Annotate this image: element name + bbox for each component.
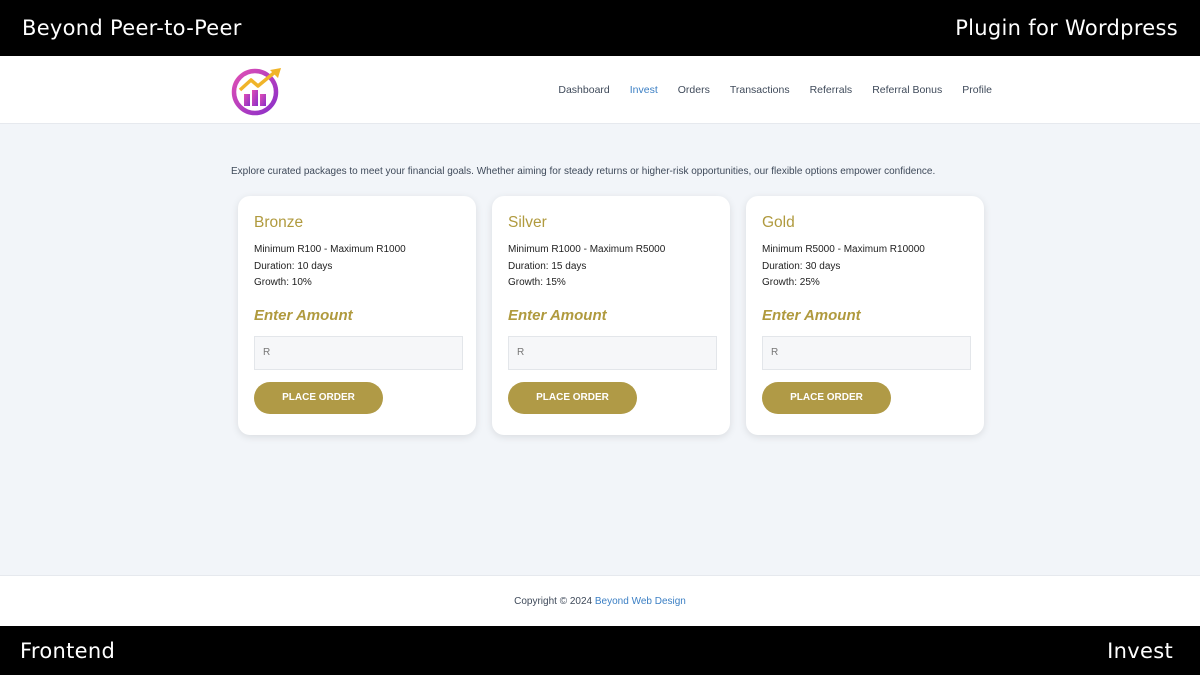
package-title: Bronze bbox=[254, 214, 304, 231]
enter-amount-label: Enter Amount bbox=[508, 306, 607, 324]
copyright-text: Copyright © 2024 bbox=[514, 596, 595, 607]
package-details: Minimum R5000 - Maximum R10000 Duration:… bbox=[762, 242, 968, 292]
nav-dashboard[interactable]: Dashboard bbox=[558, 84, 609, 96]
nav-referrals[interactable]: Referrals bbox=[810, 84, 853, 96]
site-header: Dashboard Invest Orders Transactions Ref… bbox=[0, 56, 1200, 124]
place-order-button[interactable]: PLACE ORDER bbox=[254, 381, 383, 414]
package-duration: Duration: 10 days bbox=[254, 260, 333, 272]
nav-orders[interactable]: Orders bbox=[678, 84, 710, 96]
place-order-button[interactable]: PLACE ORDER bbox=[762, 381, 891, 414]
banner-page: Invest bbox=[1107, 638, 1173, 663]
intro-text: Explore curated packages to meet your fi… bbox=[231, 166, 936, 177]
site-footer: Copyright © 2024 Beyond Web Design bbox=[0, 575, 1200, 626]
nav-invest[interactable]: Invest bbox=[630, 84, 658, 96]
enter-amount-label: Enter Amount bbox=[762, 306, 861, 324]
banner-subtitle: Plugin for Wordpress bbox=[955, 16, 1178, 40]
package-details: Minimum R100 - Maximum R1000 Duration: 1… bbox=[254, 242, 460, 292]
amount-input[interactable] bbox=[254, 335, 463, 370]
package-range: Minimum R100 - Maximum R1000 bbox=[254, 244, 406, 255]
package-duration: Duration: 15 days bbox=[508, 260, 587, 272]
nav-transactions[interactable]: Transactions bbox=[730, 84, 790, 96]
main-nav: Dashboard Invest Orders Transactions Ref… bbox=[538, 56, 992, 124]
amount-input[interactable] bbox=[508, 335, 717, 370]
package-title: Silver bbox=[508, 214, 547, 231]
package-cards: Bronze Minimum R100 - Maximum R1000 Dura… bbox=[238, 196, 984, 435]
package-card-bronze: Bronze Minimum R100 - Maximum R1000 Dura… bbox=[238, 196, 476, 435]
package-details: Minimum R1000 - Maximum R5000 Duration: … bbox=[508, 242, 714, 292]
main-content: Explore curated packages to meet your fi… bbox=[0, 124, 1200, 575]
package-title: Gold bbox=[762, 214, 795, 231]
enter-amount-label: Enter Amount bbox=[254, 306, 353, 324]
bottom-banner: Frontend Invest bbox=[0, 626, 1200, 675]
package-range: Minimum R1000 - Maximum R5000 bbox=[508, 244, 666, 255]
amount-input[interactable] bbox=[762, 335, 971, 370]
banner-title: Beyond Peer-to-Peer bbox=[22, 16, 242, 40]
top-banner: Beyond Peer-to-Peer Plugin for Wordpress bbox=[0, 0, 1200, 56]
place-order-button[interactable]: PLACE ORDER bbox=[508, 381, 637, 414]
banner-section: Frontend bbox=[20, 638, 116, 663]
nav-profile[interactable]: Profile bbox=[962, 84, 992, 96]
package-growth: Growth: 25% bbox=[762, 277, 820, 288]
package-card-silver: Silver Minimum R1000 - Maximum R5000 Dur… bbox=[492, 196, 730, 435]
footer-link[interactable]: Beyond Web Design bbox=[595, 596, 686, 607]
nav-referral-bonus[interactable]: Referral Bonus bbox=[872, 84, 942, 96]
package-card-gold: Gold Minimum R5000 - Maximum R10000 Dura… bbox=[746, 196, 984, 435]
package-range: Minimum R5000 - Maximum R10000 bbox=[762, 244, 925, 255]
package-duration: Duration: 30 days bbox=[762, 260, 841, 272]
package-growth: Growth: 10% bbox=[254, 277, 312, 288]
growth-chart-logo-icon[interactable] bbox=[231, 66, 283, 116]
package-growth: Growth: 15% bbox=[508, 277, 566, 288]
